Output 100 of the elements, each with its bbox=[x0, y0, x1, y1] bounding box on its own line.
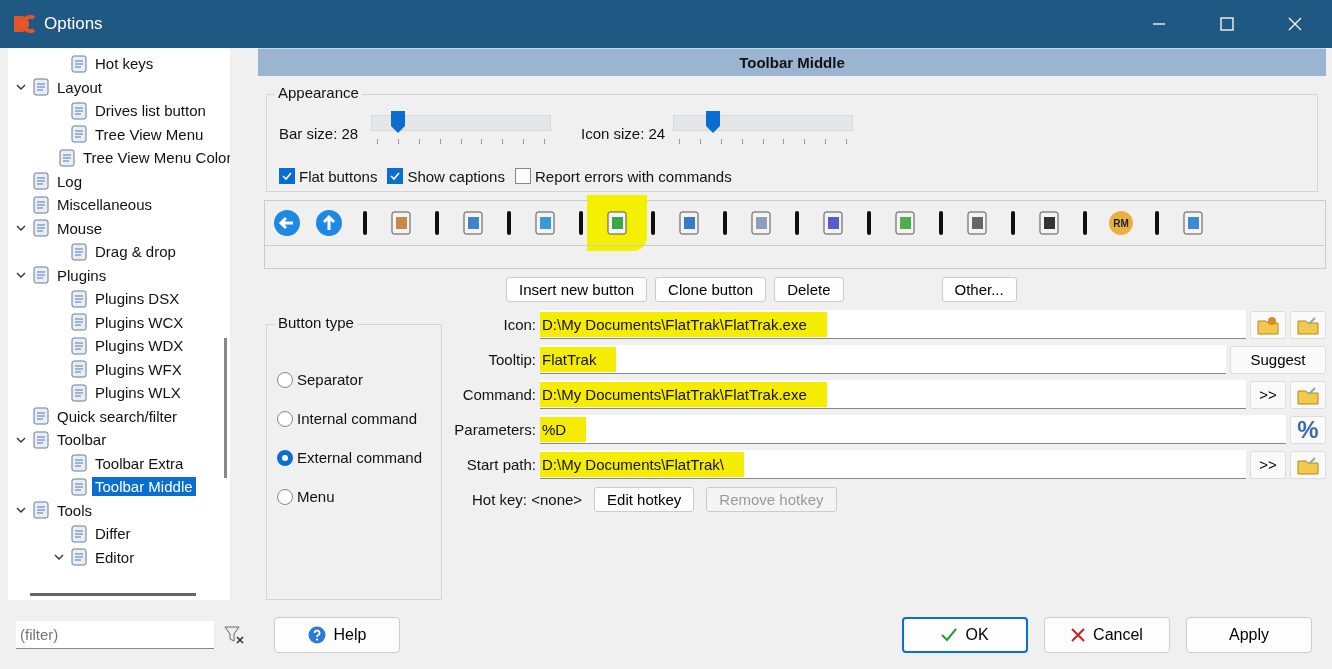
apply-button[interactable]: Apply bbox=[1186, 616, 1312, 653]
tree-item[interactable]: Plugins WCX bbox=[92, 312, 187, 332]
separator-bar bbox=[1011, 211, 1015, 236]
separator-bar bbox=[651, 211, 655, 236]
checkbox-label: Show captions bbox=[407, 167, 505, 185]
field-label: Tooltip: bbox=[487, 351, 536, 368]
tree-item[interactable]: Plugins WFX bbox=[92, 359, 185, 379]
field-button[interactable]: >> bbox=[1250, 380, 1286, 409]
radio-button[interactable] bbox=[277, 449, 293, 466]
ok-button[interactable]: OK bbox=[902, 616, 1028, 653]
slider-track[interactable] bbox=[371, 114, 551, 131]
tree-item[interactable]: Plugins DSX bbox=[92, 289, 183, 309]
help-button[interactable]: Help bbox=[274, 616, 400, 653]
tree-item[interactable]: Log bbox=[54, 171, 86, 191]
field-label: Start path: bbox=[465, 456, 536, 473]
radio-button[interactable] bbox=[277, 410, 293, 427]
hotkey-label: Hot key: <none> bbox=[472, 491, 583, 508]
tree-item[interactable]: Miscellaneous bbox=[54, 195, 156, 215]
chevron-icon[interactable] bbox=[16, 271, 28, 280]
scrollbar[interactable] bbox=[30, 593, 196, 596]
page-icon bbox=[70, 289, 88, 308]
filter-field[interactable]: (filter) bbox=[16, 620, 214, 649]
tree-item[interactable]: Drives list button bbox=[92, 101, 209, 121]
action-button[interactable]: Insert new button bbox=[506, 277, 648, 302]
input-field[interactable]: %D bbox=[540, 415, 1286, 444]
tree-item[interactable]: Hot keys bbox=[92, 54, 157, 74]
page-icon bbox=[32, 266, 50, 285]
page-icon bbox=[32, 430, 50, 449]
tree-item[interactable]: Toolbar bbox=[54, 430, 110, 450]
page-icon bbox=[70, 477, 88, 496]
tree-item[interactable]: Plugins WDX bbox=[92, 336, 187, 356]
input-field[interactable]: D:\My Documents\FlatTrak\ bbox=[540, 450, 1246, 479]
page-icon bbox=[70, 313, 88, 332]
page-icon bbox=[32, 219, 50, 238]
folder-icon[interactable] bbox=[1250, 310, 1286, 339]
separator-bar bbox=[435, 211, 439, 236]
input-field[interactable]: FlatTrak bbox=[540, 345, 1226, 374]
page-icon bbox=[70, 54, 88, 73]
cancel-button[interactable]: Cancel bbox=[1044, 616, 1170, 653]
checkbox[interactable] bbox=[387, 168, 404, 185]
help-icon bbox=[307, 625, 326, 644]
tree-item[interactable]: Drag & drop bbox=[92, 242, 179, 262]
field-button[interactable]: % bbox=[1290, 415, 1326, 444]
maximize-icon[interactable] bbox=[1220, 17, 1234, 31]
radio-label: Internal command bbox=[297, 410, 418, 427]
tree-item[interactable]: Tree View Menu bbox=[92, 124, 207, 144]
tree-item[interactable]: Differ bbox=[92, 524, 134, 544]
tree-item[interactable]: Layout bbox=[54, 77, 106, 97]
checkbox[interactable] bbox=[279, 168, 295, 185]
page-icon bbox=[70, 125, 88, 144]
page-icon bbox=[58, 148, 76, 167]
slider-thumb[interactable] bbox=[706, 110, 720, 133]
action-button[interactable]: Clone button bbox=[655, 277, 767, 302]
page-icon bbox=[70, 548, 88, 567]
window-title: Options bbox=[44, 14, 103, 34]
app-logo-icon bbox=[12, 14, 36, 34]
input-field[interactable]: D:\My Documents\FlatTrak\FlatTrak.exe bbox=[540, 310, 1246, 339]
separator-bar bbox=[795, 211, 799, 236]
input-field[interactable]: D:\My Documents\FlatTrak\FlatTrak.exe bbox=[540, 380, 1246, 409]
separator-bar bbox=[867, 211, 871, 236]
field-value: D:\My Documents\FlatTrak\FlatTrak.exe bbox=[540, 381, 827, 407]
page-icon bbox=[32, 78, 50, 97]
slider-thumb[interactable] bbox=[391, 110, 406, 133]
clear-filter-icon[interactable] bbox=[224, 625, 244, 644]
tree-item[interactable]: Plugins bbox=[54, 265, 110, 285]
close-icon[interactable] bbox=[1288, 17, 1302, 31]
chevron-icon[interactable] bbox=[16, 435, 28, 444]
page-icon bbox=[70, 383, 88, 402]
checkbox[interactable] bbox=[514, 168, 531, 185]
field-value: D:\My Documents\FlatTrak\FlatTrak.exe bbox=[540, 311, 827, 337]
radio-label: Menu bbox=[297, 488, 335, 505]
field-button[interactable]: Suggest bbox=[1230, 345, 1326, 374]
arrow-circle-icon bbox=[315, 209, 343, 238]
page-icon bbox=[32, 195, 50, 214]
chevron-icon[interactable] bbox=[54, 553, 66, 562]
tree-item[interactable]: Plugins WLX bbox=[92, 383, 184, 403]
separator-bar bbox=[1155, 211, 1159, 236]
slider-track[interactable] bbox=[673, 114, 853, 131]
page-icon bbox=[70, 454, 88, 473]
separator-bar bbox=[507, 211, 511, 236]
action-button[interactable]: Other... bbox=[941, 277, 1017, 302]
field-label: Command: bbox=[461, 386, 536, 403]
separator-bar bbox=[939, 211, 943, 236]
field-button[interactable]: >> bbox=[1250, 450, 1286, 479]
tree-item[interactable]: Quick search/filter bbox=[54, 406, 181, 426]
scrollbar[interactable] bbox=[224, 338, 227, 478]
tree-item[interactable]: Editor bbox=[92, 547, 138, 567]
chevron-icon[interactable] bbox=[16, 506, 28, 515]
chevron-icon[interactable] bbox=[16, 83, 28, 92]
page-title: Toolbar Middle bbox=[258, 48, 1326, 76]
tree-item[interactable]: Mouse bbox=[54, 218, 106, 238]
field-value: D:\My Documents\FlatTrak\ bbox=[540, 451, 744, 477]
hotkey-button[interactable]: Edit hotkey bbox=[594, 487, 695, 512]
action-button[interactable]: Delete bbox=[774, 277, 844, 302]
chevron-icon[interactable] bbox=[16, 224, 28, 233]
tree-item[interactable]: Toolbar Extra bbox=[92, 453, 187, 473]
radio-button[interactable] bbox=[277, 488, 293, 505]
tree-item[interactable]: Toolbar Middle bbox=[92, 477, 196, 497]
radio-button[interactable] bbox=[277, 371, 293, 388]
tree-item[interactable]: Tools bbox=[54, 500, 96, 520]
